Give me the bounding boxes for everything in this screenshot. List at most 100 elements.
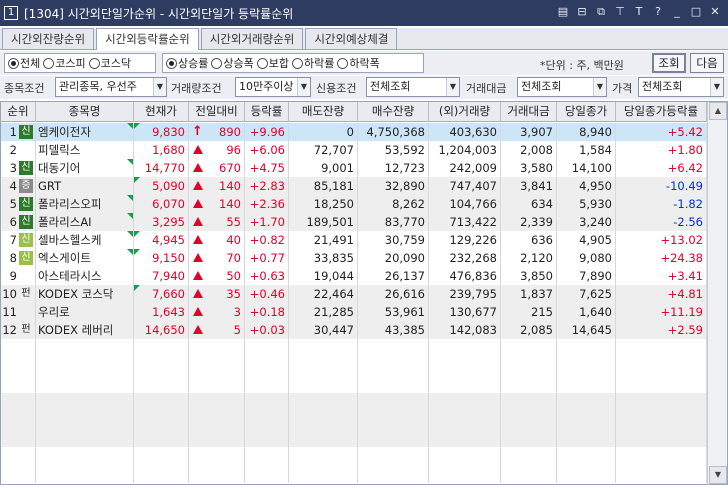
stock-condition-label: 종목조건: [4, 82, 45, 95]
cell-change: [189, 411, 245, 429]
cell-price: 3,295: [134, 213, 189, 231]
empty-row: [1, 465, 707, 483]
header-col-close-rate[interactable]: 당일종가등락률: [616, 102, 707, 122]
stock-name[interactable]: 셀바스헬스케: [38, 233, 101, 247]
table-row[interactable]: 11 우리로 1,643 3 +0.18 21,285 53,961 130,677 215 1,…: [1, 303, 707, 321]
radio-flat[interactable]: 보합: [256, 55, 289, 71]
tab-afterhours-balance[interactable]: 시간외잔량순위: [2, 28, 95, 49]
header-col-buy[interactable]: 매수잔량: [358, 102, 429, 122]
table-row[interactable]: 12 펀 KODEX 레버리 14,650 5 +0.03 30,447 43,385 142,…: [1, 321, 707, 339]
table-row[interactable]: 9 아스테라시스 7,940 50 +0.63 19,044 26,137 476,836 3,…: [1, 267, 707, 285]
table-row[interactable]: 2 피델릭스 1,680 96 +6.06 72,707 53,592 1,204,003 2,…: [1, 141, 707, 159]
cell-buy: 53,961: [358, 303, 429, 321]
cell-rate: +0.18: [245, 303, 289, 321]
stock-name[interactable]: 대동기어: [38, 161, 80, 175]
volume-condition-select[interactable]: 10만주이상 ▼: [235, 77, 311, 97]
scroll-up-icon[interactable]: ▲: [709, 102, 727, 120]
radio-label: 하락폭: [349, 57, 380, 70]
close-icon[interactable]: ✕: [708, 5, 722, 19]
table-row[interactable]: 6 신 폴라리스AI 3,295 55 +1.70 189,501 83,770 713,422…: [1, 213, 707, 231]
header-col-change[interactable]: 전일대비: [189, 102, 245, 122]
stock-name[interactable]: 우리로: [38, 305, 70, 319]
header-col-rank[interactable]: 순위: [1, 102, 36, 122]
chevron-down-icon[interactable]: ▼: [593, 78, 606, 96]
header-col-amount[interactable]: 거래대금: [501, 102, 557, 122]
query-button[interactable]: 조회: [652, 53, 686, 73]
cell-sell: 33,835: [289, 249, 358, 267]
header-col-close[interactable]: 당일종가: [557, 102, 616, 122]
stock-condition-select[interactable]: 관리종목, 우선주 ▼: [55, 77, 167, 97]
marker-icon: [134, 249, 140, 255]
cell-close: 14,100: [557, 159, 616, 177]
cell-volume: 713,422: [429, 213, 501, 231]
rank-value: 10: [2, 287, 17, 301]
stock-name[interactable]: 아스테라시스: [38, 269, 101, 283]
stock-name[interactable]: KODEX 코스닥: [38, 287, 113, 301]
header-col-price[interactable]: 현재가: [134, 102, 189, 122]
cell-volume: [429, 393, 501, 411]
tab-afterhours-volume[interactable]: 시간외거래량순위: [200, 28, 304, 49]
minimize-icon[interactable]: _: [670, 5, 684, 19]
table-row[interactable]: 4 증 GRT 5,090 140 +2.83 85,181 32,890 747,407 3,8…: [1, 177, 707, 195]
tab-afterhours-expected[interactable]: 시간외예상체결: [305, 28, 398, 49]
tab-afterhours-rate[interactable]: 시간외등락률순위: [96, 28, 199, 50]
pin-icon[interactable]: ⊤: [613, 5, 627, 19]
header-col-sell[interactable]: 매도잔량: [289, 102, 358, 122]
stock-name[interactable]: 엠케이전자: [38, 125, 91, 139]
text-icon[interactable]: T: [632, 5, 646, 19]
header-col-name[interactable]: 종목명: [36, 102, 134, 122]
amount-condition-select[interactable]: 전체조회 ▼: [517, 77, 607, 97]
table-row[interactable]: 8 신 엑스게이트 9,150 70 +0.77 33,835 20,090 232,268 2,…: [1, 249, 707, 267]
radio-fall-rate[interactable]: 하락률: [292, 55, 334, 71]
cell-amount: [501, 465, 557, 483]
stock-name[interactable]: 폴라리스오피: [38, 197, 101, 211]
scroll-down-icon[interactable]: ▼: [709, 466, 727, 484]
radio-rise-width[interactable]: 상승폭: [211, 55, 254, 71]
help-icon[interactable]: ?: [651, 5, 665, 19]
radio-market-all[interactable]: 전체: [8, 55, 40, 71]
next-button[interactable]: 다음: [690, 53, 724, 73]
radio-fall-width[interactable]: 하락폭: [337, 55, 380, 71]
stock-name[interactable]: 피델릭스: [38, 143, 80, 157]
cell-close-rate: [616, 357, 707, 375]
chevron-down-icon[interactable]: ▼: [446, 78, 459, 96]
table-row[interactable]: 1 신 엠케이전자 9,830 ↑ 890 +9.96 0 4,750,368 403,630 3,…: [1, 123, 707, 141]
stock-type-badge: 신: [19, 233, 33, 247]
chevron-down-icon[interactable]: ▼: [153, 78, 166, 96]
radio-rise-rate[interactable]: 상승률: [166, 55, 208, 71]
marker-icon: [127, 231, 133, 237]
radio-label: 전체: [20, 57, 41, 70]
up-arrow-icon: [193, 145, 203, 154]
copy-icon[interactable]: ⧉: [594, 5, 608, 19]
table-row[interactable]: 7 신 셀바스헬스케 4,945 40 +0.82 21,491 30,759 129,226 6…: [1, 231, 707, 249]
radio-market-kosdaq[interactable]: 코스닥: [88, 55, 131, 71]
table-row[interactable]: 5 신 폴라리스오피 6,070 140 +2.36 18,250 8,262 104,766 6…: [1, 195, 707, 213]
credit-condition-select[interactable]: 전체조회 ▼: [366, 77, 460, 97]
cell-rate: [245, 339, 289, 357]
header-col-volume[interactable]: (외)거래량: [429, 102, 501, 122]
cell-sell: [289, 357, 358, 375]
vertical-scrollbar[interactable]: ▲ ▼: [707, 102, 727, 484]
header-col-rate[interactable]: 등락률: [245, 102, 289, 122]
maximize-icon[interactable]: □: [689, 5, 703, 19]
chevron-down-icon[interactable]: ▼: [297, 78, 310, 96]
cell-amount: [501, 447, 557, 465]
window-icon[interactable]: ⊟: [575, 5, 589, 19]
radio-market-kospi[interactable]: 코스피: [43, 55, 86, 71]
stock-name[interactable]: GRT: [38, 179, 61, 193]
table-row[interactable]: 10 펀 KODEX 코스닥 7,660 35 +0.46 22,464 26,616 239,…: [1, 285, 707, 303]
cell-rank: [1, 447, 36, 465]
cell-name: [36, 357, 134, 375]
price-condition-select[interactable]: 전체조회 ▼: [638, 77, 724, 97]
stock-name[interactable]: 엑스게이트: [38, 251, 91, 265]
table-row[interactable]: 3 신 대동기어 14,770 670 +4.75 9,001 12,723 242,009 3,…: [1, 159, 707, 177]
cell-amount: [501, 375, 557, 393]
memo-icon[interactable]: ▤: [556, 5, 570, 19]
chevron-down-icon[interactable]: ▼: [710, 78, 723, 96]
cell-rate: +1.70: [245, 213, 289, 231]
cell-price: 9,830: [134, 123, 189, 141]
cell-change: 5: [189, 321, 245, 339]
stock-name[interactable]: 폴라리스AI: [38, 215, 92, 229]
stock-name[interactable]: KODEX 레버리: [38, 323, 113, 337]
cell-rank: [1, 393, 36, 411]
